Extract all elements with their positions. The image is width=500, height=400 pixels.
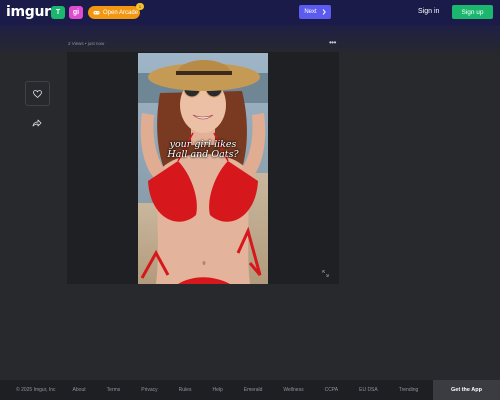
header-gradient <box>0 25 500 55</box>
like-button[interactable] <box>25 81 50 106</box>
upload-button[interactable]: T <box>51 6 65 19</box>
footer-link-privacy[interactable]: Privacy <box>141 387 157 393</box>
footer-link-ccpa[interactable]: CCPA <box>325 387 339 393</box>
share-button[interactable] <box>30 117 44 129</box>
video-frame <box>138 53 268 284</box>
post-meta: 2 Views • just now <box>68 41 105 46</box>
more-dots-icon[interactable]: ••• <box>329 38 336 47</box>
share-arrow-icon <box>32 119 42 127</box>
sign-in-link[interactable]: Sign in <box>418 8 439 15</box>
footer-link-help[interactable]: Help <box>212 387 222 393</box>
footer-link-wellness[interactable]: Wellness <box>283 387 303 393</box>
sign-up-button[interactable]: Sign up <box>452 5 493 19</box>
imgur-logo[interactable]: imgur <box>6 4 51 20</box>
footer-link-terms[interactable]: Terms <box>107 387 121 393</box>
chevron-right-icon <box>322 9 326 15</box>
footer-links: © 2025 Imgur, Inc About Terms Privacy Ru… <box>16 380 439 400</box>
next-button[interactable]: Next <box>299 5 331 19</box>
footer-link-trending[interactable]: Trending <box>399 387 419 393</box>
heart-icon <box>33 89 42 98</box>
footer-link-emerald[interactable]: Emerald <box>244 387 263 393</box>
post-video[interactable]: your girl likes Hall and Oats? <box>138 53 268 284</box>
caption-line-2: Hall and Oats? <box>167 149 239 160</box>
footer: © 2025 Imgur, Inc About Terms Privacy Ru… <box>0 380 500 400</box>
expand-icon[interactable] <box>322 270 329 277</box>
mini-pink-glyph: gi <box>72 9 80 16</box>
get-the-app-button[interactable]: Get the App <box>433 380 500 400</box>
controller-icon <box>93 11 100 15</box>
footer-link-eu-dsa[interactable]: EU DSA <box>359 387 378 393</box>
mini-green-glyph: T <box>55 9 61 16</box>
footer-copyright: © 2025 Imgur, Inc <box>16 387 56 393</box>
arcade-badge: 1 <box>136 3 144 10</box>
next-label: Next <box>304 9 317 15</box>
arcade-label: Open Arcade <box>103 9 139 16</box>
footer-link-about[interactable]: About <box>73 387 86 393</box>
video-caption: your girl likes Hall and Oats? <box>138 140 268 160</box>
gif-button[interactable]: gi <box>69 6 83 19</box>
footer-link-rules[interactable]: Rules <box>179 387 192 393</box>
open-arcade-button[interactable]: Open Arcade <box>88 6 140 19</box>
